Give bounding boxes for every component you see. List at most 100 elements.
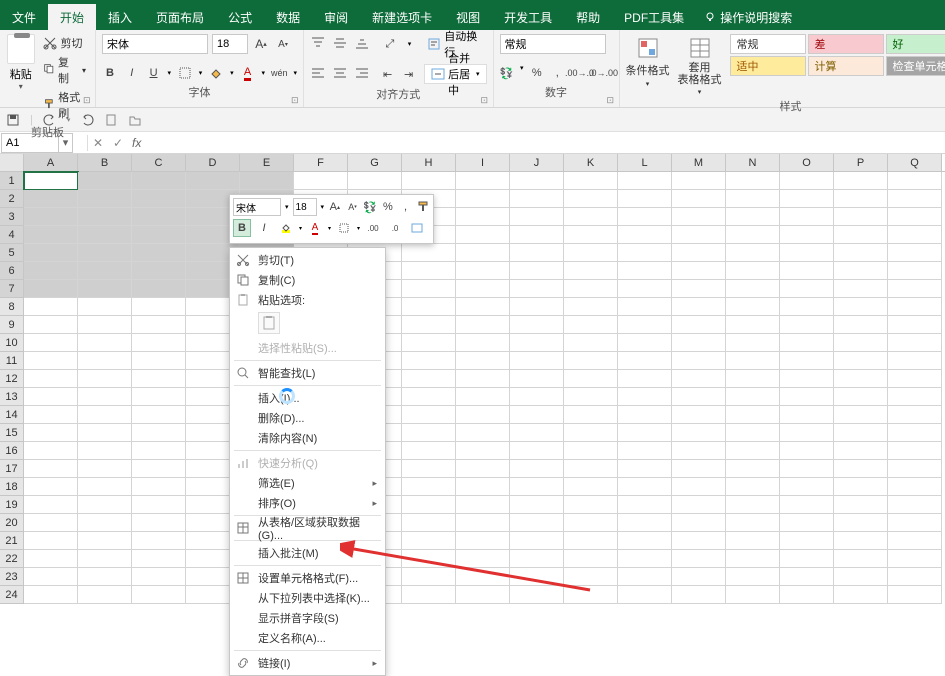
format-painter-button[interactable]: 格式刷 (40, 88, 90, 122)
cell[interactable] (78, 334, 132, 352)
column-header[interactable]: F (294, 154, 348, 171)
cancel-formula-button[interactable]: ✕ (88, 136, 108, 150)
cell[interactable] (780, 172, 834, 190)
cell[interactable] (672, 172, 726, 190)
cell[interactable] (888, 262, 942, 280)
cell[interactable] (132, 388, 186, 406)
cell[interactable] (132, 478, 186, 496)
tab-insert[interactable]: 插入 (96, 4, 144, 30)
cell[interactable] (672, 496, 726, 514)
align-bottom-button[interactable] (354, 36, 372, 52)
cell[interactable] (132, 568, 186, 586)
mini-font-size[interactable] (293, 198, 317, 216)
cell[interactable] (132, 352, 186, 370)
cell[interactable] (402, 442, 456, 460)
cell[interactable] (24, 424, 78, 442)
cell[interactable] (888, 586, 942, 604)
cell[interactable] (402, 172, 456, 190)
cell[interactable] (132, 370, 186, 388)
cell[interactable] (564, 550, 618, 568)
cell[interactable] (348, 172, 402, 190)
cell[interactable] (888, 190, 942, 208)
cell[interactable] (834, 370, 888, 388)
cell[interactable] (564, 424, 618, 442)
cell[interactable] (510, 586, 564, 604)
cell[interactable] (726, 226, 780, 244)
column-header[interactable]: Q (888, 154, 942, 171)
font-color-button[interactable]: A (240, 64, 256, 82)
cell[interactable] (726, 172, 780, 190)
cell-styles-gallery[interactable]: 常规 差 好 适中 计算 检查单元格 (730, 34, 945, 96)
cell[interactable] (672, 406, 726, 424)
cell[interactable] (672, 280, 726, 298)
row-header[interactable]: 22 (0, 550, 24, 568)
cell[interactable] (132, 172, 186, 190)
column-header[interactable]: K (564, 154, 618, 171)
row-header[interactable]: 21 (0, 532, 24, 550)
cell[interactable] (510, 208, 564, 226)
cell[interactable] (780, 568, 834, 586)
align-top-button[interactable] (310, 36, 328, 52)
tab-review[interactable]: 审阅 (312, 4, 360, 30)
cell[interactable] (672, 478, 726, 496)
cell[interactable] (402, 316, 456, 334)
cell[interactable] (780, 370, 834, 388)
cell[interactable] (510, 298, 564, 316)
cell[interactable] (510, 460, 564, 478)
cell[interactable] (618, 478, 672, 496)
cell[interactable] (672, 550, 726, 568)
cell[interactable] (834, 388, 888, 406)
ctx-insert-comment[interactable]: 插入批注(M) (230, 543, 385, 563)
cell[interactable] (402, 478, 456, 496)
align-left-button[interactable] (310, 66, 328, 82)
cell[interactable] (456, 478, 510, 496)
mini-font-color[interactable]: A (306, 219, 324, 237)
cell[interactable] (24, 568, 78, 586)
tab-newtab[interactable]: 新建选项卡 (360, 4, 444, 30)
cell[interactable] (456, 406, 510, 424)
cell[interactable] (780, 442, 834, 460)
cell[interactable] (78, 370, 132, 388)
cell[interactable] (618, 334, 672, 352)
paste-button[interactable] (7, 34, 35, 64)
cell[interactable] (564, 442, 618, 460)
format-as-table-button[interactable]: 套用 表格格式 ▾ (678, 34, 722, 96)
cell[interactable] (780, 532, 834, 550)
cell[interactable] (780, 352, 834, 370)
cell[interactable] (672, 298, 726, 316)
cell[interactable] (672, 208, 726, 226)
cell[interactable] (456, 298, 510, 316)
cell[interactable] (618, 532, 672, 550)
cell[interactable] (834, 532, 888, 550)
cell[interactable] (888, 460, 942, 478)
column-header[interactable]: G (348, 154, 402, 171)
cell[interactable] (564, 208, 618, 226)
row-header[interactable]: 19 (0, 496, 24, 514)
clipboard-launcher[interactable]: ⊡ (83, 95, 93, 105)
cell[interactable] (618, 172, 672, 190)
cell[interactable] (78, 388, 132, 406)
mini-fill-color[interactable] (277, 219, 295, 237)
cell[interactable] (402, 496, 456, 514)
cell[interactable] (456, 172, 510, 190)
mini-format-painter[interactable] (416, 198, 430, 216)
decrease-font-button[interactable]: A▾ (274, 35, 292, 53)
row-header[interactable]: 8 (0, 298, 24, 316)
cell[interactable] (402, 532, 456, 550)
cell[interactable] (618, 424, 672, 442)
cell[interactable] (402, 514, 456, 532)
cell[interactable] (834, 406, 888, 424)
ctx-format-cells[interactable]: 设置单元格格式(F)... (230, 568, 385, 588)
cell[interactable] (456, 550, 510, 568)
cell[interactable] (672, 388, 726, 406)
ctx-pick-from-dropdown[interactable]: 从下拉列表中选择(K)... (230, 588, 385, 608)
cell[interactable] (78, 496, 132, 514)
cell[interactable] (888, 442, 942, 460)
cell[interactable] (618, 208, 672, 226)
cell[interactable] (726, 190, 780, 208)
cell[interactable] (24, 280, 78, 298)
cell[interactable] (510, 244, 564, 262)
row-header[interactable]: 20 (0, 514, 24, 532)
tab-developer[interactable]: 开发工具 (492, 4, 564, 30)
cell[interactable] (24, 226, 78, 244)
